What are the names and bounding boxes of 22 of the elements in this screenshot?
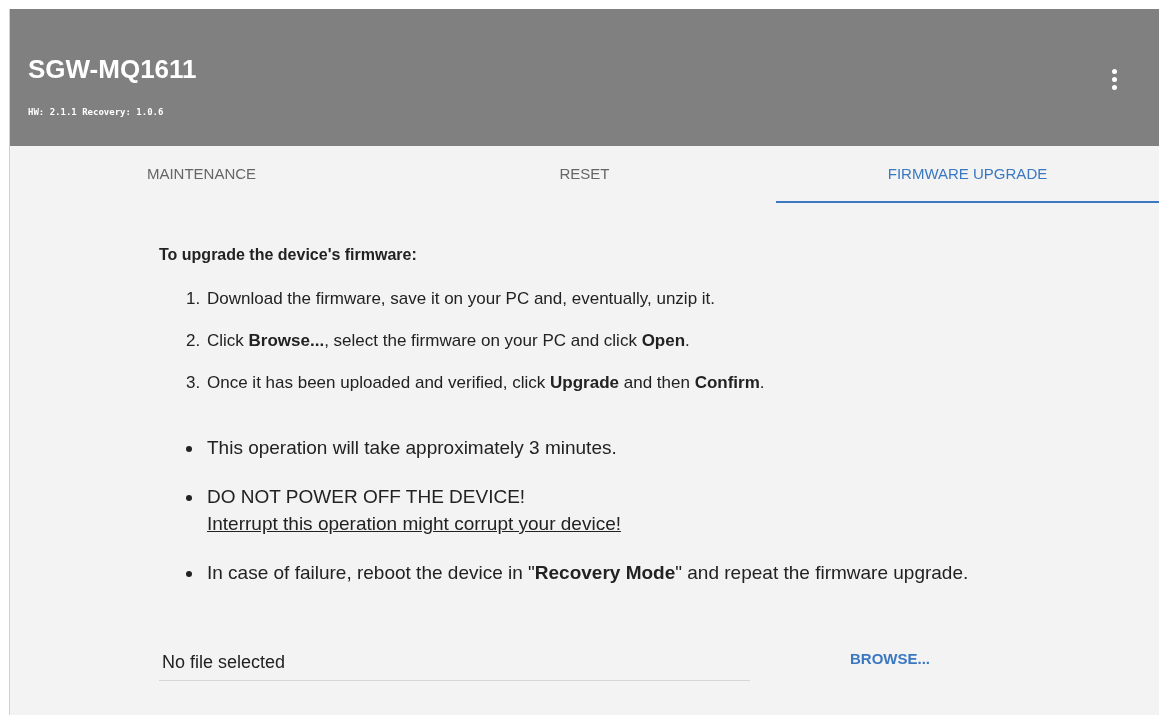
- step-number: 3.: [186, 372, 202, 394]
- step-number: 1.: [186, 288, 202, 310]
- step-text: Once it has been uploaded and verified, click Upgrade and then Confirm.: [207, 372, 765, 394]
- tab[interactable]: FIRMWARE UPGRADE: [776, 146, 1159, 203]
- instructions-heading: To upgrade the device's firmware:: [159, 245, 418, 265]
- note-text: DO NOT POWER OFF THE DEVICE!: [207, 485, 527, 509]
- bullet-icon: [186, 571, 192, 577]
- note-text: This operation will take approximately 3 minutes.: [207, 436, 618, 460]
- bullet-icon: [186, 495, 192, 501]
- device-title: SGW-MQ1611: [28, 54, 197, 84]
- version-text: HW: 2.1.1 Recovery: 1.0.6: [28, 106, 165, 119]
- step-number: 2.: [186, 330, 202, 352]
- tab[interactable]: RESET: [393, 146, 776, 203]
- note-text: In case of failure, reboot the device in "Recovery Mode" and repeat the firmware upgrade.: [207, 561, 970, 585]
- more-menu-icon[interactable]: [1110, 67, 1119, 92]
- warning-text: Interrupt this operation might corrupt your device!: [207, 512, 622, 536]
- step-text: Click Browse..., select the firmware on your PC and click Open.: [207, 330, 690, 352]
- tab[interactable]: MAINTENANCE: [10, 146, 393, 203]
- bullet-icon: [186, 446, 192, 452]
- file-field[interactable]: No file selected: [159, 648, 750, 681]
- step-text: Download the firmware, save it on your PC and, eventually, unzip it.: [207, 288, 716, 310]
- browse-button[interactable]: BROWSE...: [847, 648, 933, 671]
